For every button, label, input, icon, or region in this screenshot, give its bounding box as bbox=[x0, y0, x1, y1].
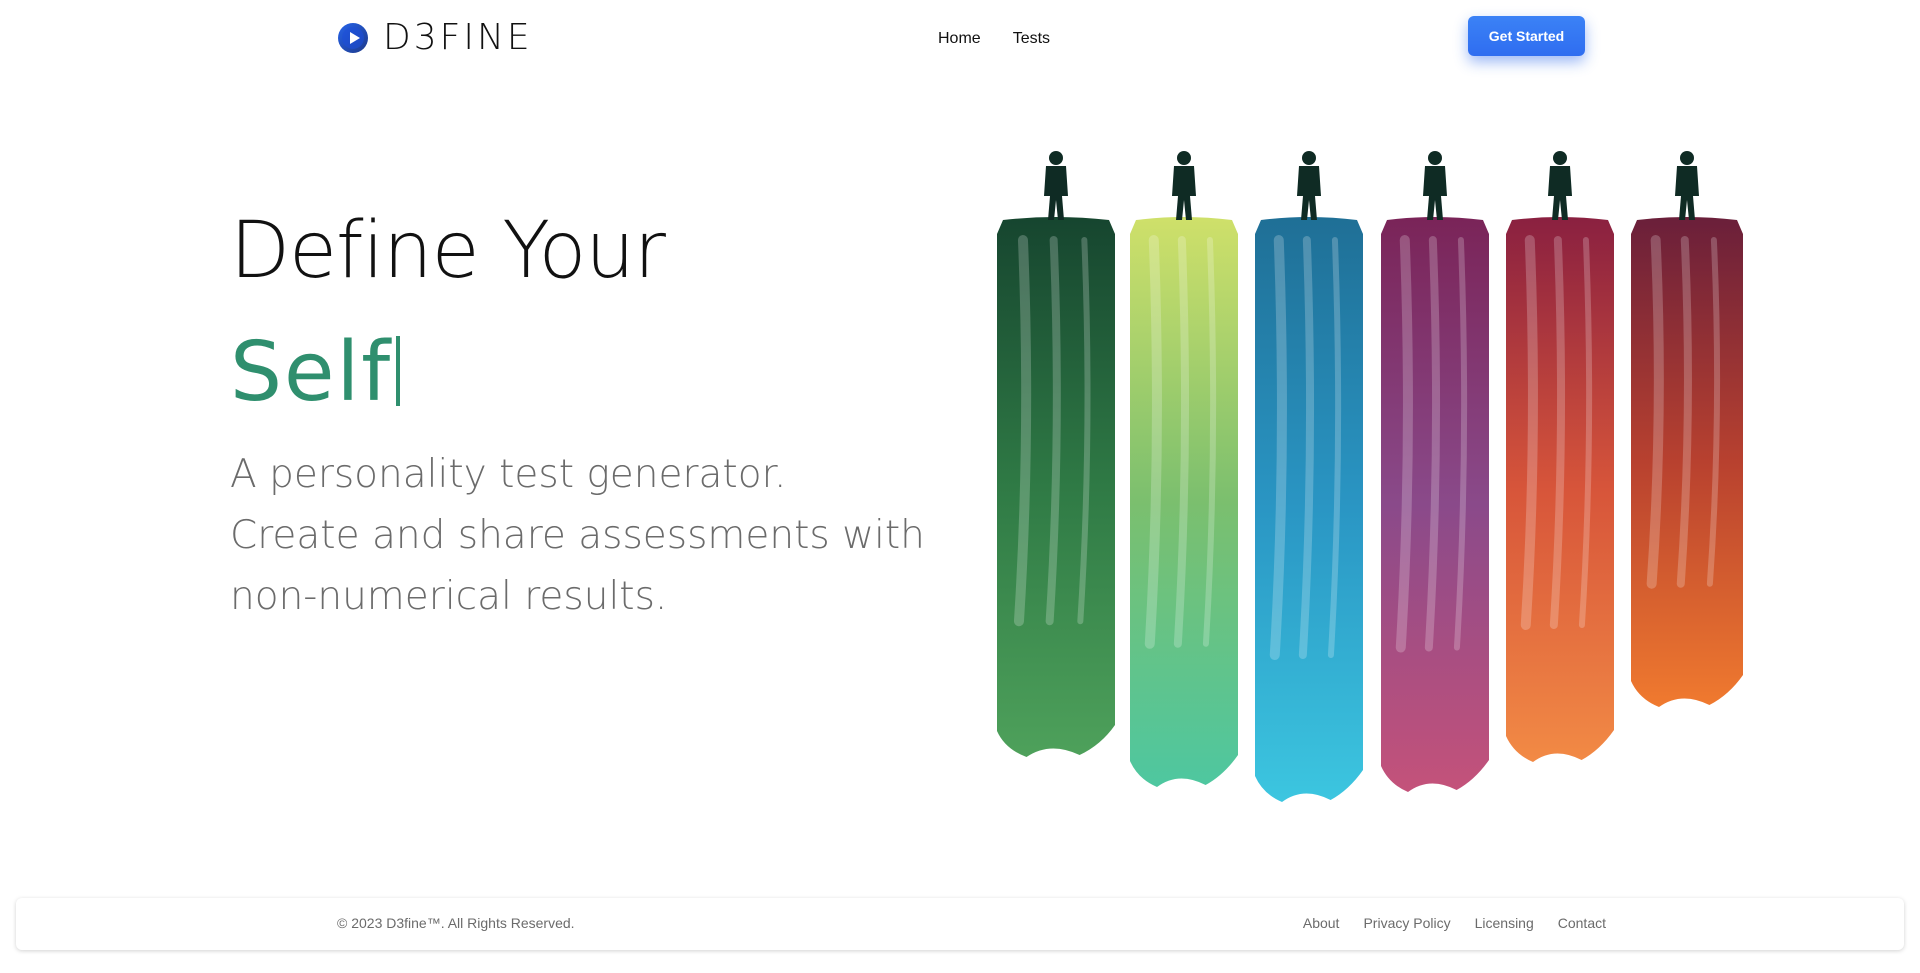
typing-cursor bbox=[396, 336, 401, 406]
illustration-panel bbox=[1130, 151, 1238, 787]
illustration-panel bbox=[1631, 151, 1743, 707]
site-footer: © 2023 D3fine™. All Rights Reserved. Abo… bbox=[16, 898, 1904, 950]
hero-description-line: A personality test generator. bbox=[230, 452, 787, 497]
person-silhouette bbox=[1675, 151, 1699, 220]
get-started-button[interactable]: Get Started bbox=[1468, 16, 1585, 56]
site-header: D3FINE Home Tests Get Started bbox=[0, 0, 1920, 80]
footer-link-licensing[interactable]: Licensing bbox=[1475, 915, 1534, 931]
nav-home[interactable]: Home bbox=[938, 30, 981, 48]
person-silhouette bbox=[1548, 151, 1572, 220]
hero-title: Define Your bbox=[230, 206, 666, 296]
person-silhouette bbox=[1172, 151, 1196, 220]
illustration-panel bbox=[997, 151, 1115, 757]
hero-description: A personality test generator. Create and… bbox=[230, 444, 925, 627]
play-circle-icon bbox=[338, 23, 368, 53]
hero-typed-text: Self bbox=[230, 325, 393, 420]
nav-tests[interactable]: Tests bbox=[1013, 30, 1050, 48]
footer-link-about[interactable]: About bbox=[1303, 915, 1340, 931]
person-silhouette bbox=[1297, 151, 1321, 220]
main-nav: Home Tests bbox=[938, 30, 1050, 48]
person-silhouette bbox=[1044, 151, 1068, 220]
hero-description-line: Create and share assessments with bbox=[230, 513, 925, 558]
brand-name: D3FINE bbox=[383, 17, 533, 58]
hero-illustration bbox=[997, 151, 1743, 802]
footer-links: About Privacy Policy Licensing Contact bbox=[1303, 915, 1606, 931]
illustration-panel bbox=[1506, 151, 1614, 762]
person-silhouette bbox=[1423, 151, 1447, 220]
hero-description-line: non-numerical results. bbox=[230, 574, 668, 619]
footer-link-contact[interactable]: Contact bbox=[1558, 915, 1606, 931]
illustration-panel bbox=[1255, 151, 1363, 802]
brand-logo[interactable]: D3FINE bbox=[337, 20, 533, 56]
copyright-text: © 2023 D3fine™. All Rights Reserved. bbox=[337, 915, 575, 931]
hero-typed-word: Self bbox=[230, 332, 401, 414]
footer-link-privacy-policy[interactable]: Privacy Policy bbox=[1363, 915, 1450, 931]
illustration-panel bbox=[1381, 151, 1489, 792]
